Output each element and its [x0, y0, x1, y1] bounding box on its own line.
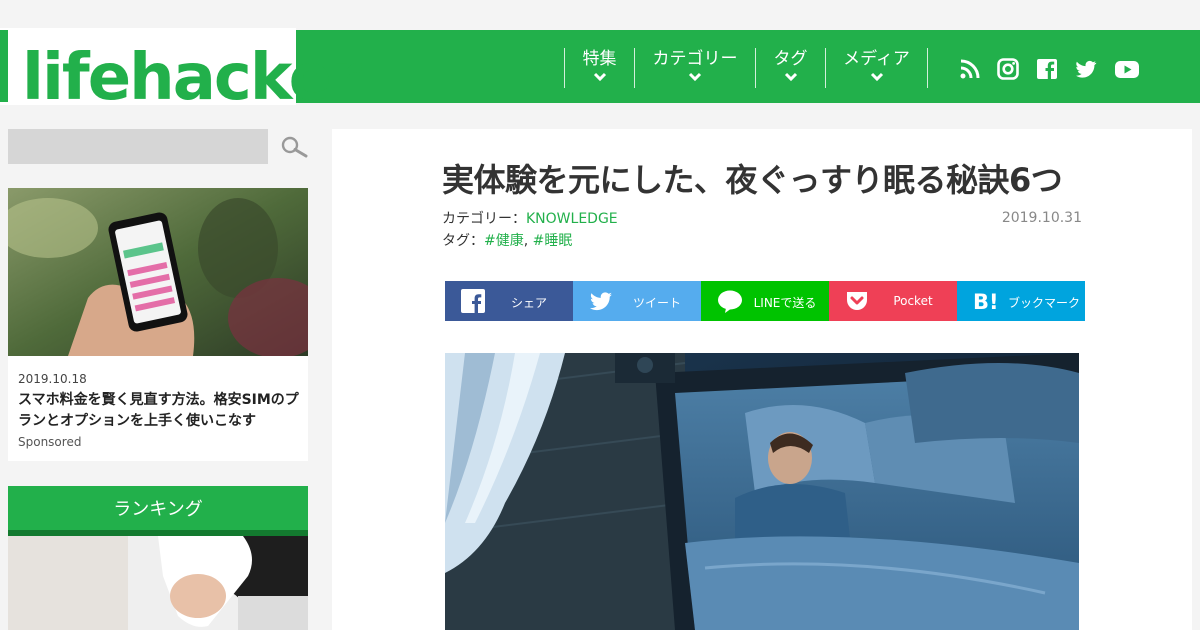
share-label: ツイート [632, 296, 681, 310]
tag-link-health[interactable]: #健康 [484, 233, 524, 249]
facebook-icon[interactable] [1035, 57, 1059, 81]
article-title: 実体験を元にした、夜ぐっすり眠る秘訣6つ [442, 161, 1063, 199]
sponsored-label: Sponsored [18, 435, 82, 449]
ranking-heading: ランキング [8, 486, 308, 531]
share-facebook-button[interactable]: シェア [445, 281, 573, 321]
article-panel: 実体験を元にした、夜ぐっすり眠る秘訣6つ カテゴリー：KNOWLEDGE タグ：… [332, 129, 1192, 630]
article-hero-image [445, 353, 1079, 630]
logo-accent-stripe [0, 30, 8, 102]
search-input[interactable] [8, 129, 268, 164]
share-label: ブックマーク [1007, 296, 1080, 310]
chevron-down-icon [784, 72, 797, 82]
tag-separator: , [523, 233, 529, 249]
card-date: 2019.10.18 [18, 372, 87, 386]
nav-item-tag[interactable]: タグ [755, 48, 825, 88]
category-link[interactable]: KNOWLEDGE [526, 211, 618, 227]
share-hatena-bookmark-button[interactable]: B! ブックマーク [957, 281, 1085, 321]
article-category: カテゴリー：KNOWLEDGE [442, 208, 618, 228]
chevron-down-icon [870, 72, 883, 82]
nav-label: タグ [773, 49, 808, 69]
nav-label: 特集 [582, 49, 617, 69]
nav-item-media[interactable]: メディア [825, 48, 927, 88]
category-label: カテゴリー： [442, 211, 526, 227]
sponsored-article-card[interactable]: 2019.10.18 スマホ料金を賢く見直す方法。格安SIMのプランとオプション… [8, 188, 308, 461]
sponsored-article-image[interactable] [8, 188, 308, 356]
share-pocket-button[interactable]: Pocket [829, 281, 957, 321]
instagram-icon[interactable] [996, 57, 1020, 81]
chevron-down-icon [593, 72, 606, 82]
twitter-icon[interactable] [1074, 57, 1098, 81]
share-twitter-button[interactable]: ツイート [573, 281, 701, 321]
nav-divider [927, 48, 928, 88]
share-label: Pocket [893, 294, 933, 308]
share-label: シェア [510, 296, 547, 310]
card-title[interactable]: スマホ料金を賢く見直す方法。格安SIMのプランとオプションを上手く使いこなす [18, 390, 302, 432]
nav-label: メディア [843, 49, 910, 69]
article-tags: タグ：#健康, #睡眠 [442, 230, 572, 250]
nav-label: カテゴリー [652, 49, 738, 69]
nav-item-feature[interactable]: 特集 [564, 48, 634, 88]
search-icon[interactable] [280, 136, 308, 160]
rss-icon[interactable] [958, 57, 982, 81]
share-label: LINEで送る [753, 296, 817, 310]
tags-label: タグ： [442, 233, 484, 249]
article-date: 2019.10.31 [1001, 210, 1082, 226]
nav-item-category[interactable]: カテゴリー [634, 48, 755, 88]
ranking-article-image[interactable] [8, 536, 308, 630]
share-line-button[interactable]: LINEで送る [701, 281, 829, 321]
site-logo[interactable]: lifehacker [22, 46, 362, 110]
logo-container[interactable]: lifehacker [0, 28, 362, 110]
chevron-down-icon [688, 72, 702, 82]
tag-link-sleep[interactable]: #睡眠 [533, 233, 573, 249]
youtube-icon[interactable] [1114, 57, 1140, 81]
